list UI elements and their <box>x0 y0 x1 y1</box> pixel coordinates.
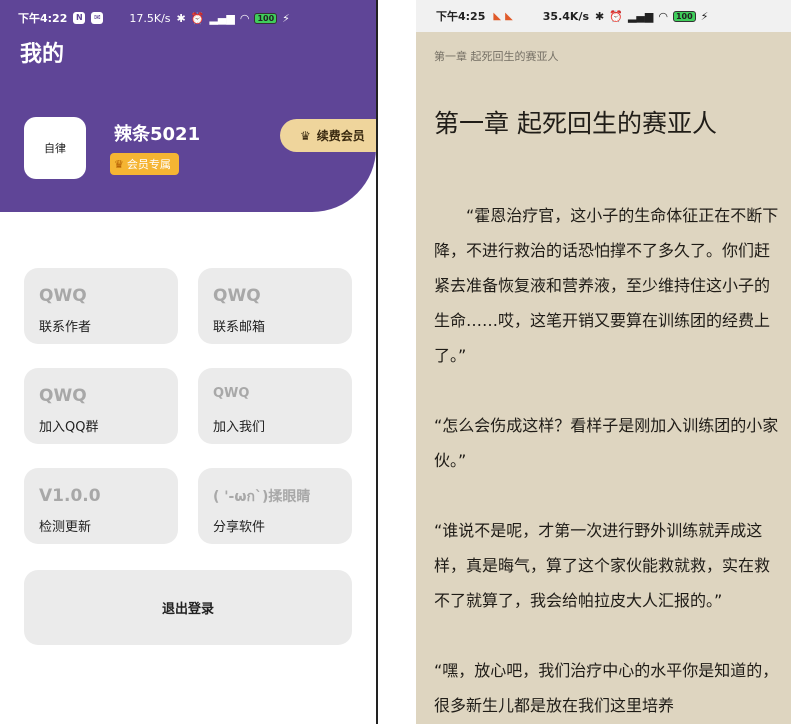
crown-icon: ♛ <box>300 128 311 143</box>
network-speed: 35.4K/s <box>542 9 590 23</box>
card-value: QWQ <box>213 286 261 306</box>
running-header: 第一章 起死回生的赛亚人 <box>434 50 559 63</box>
contact-author-card[interactable]: QWQ 联系作者 <box>24 268 178 344</box>
screen-gap <box>378 0 416 724</box>
wifi-icon: ◠ <box>239 11 250 25</box>
avatar-text: 自律 <box>44 142 66 155</box>
renew-membership-button[interactable]: ♛ 续费会员 <box>280 119 376 152</box>
alarm-icon: ⏰ <box>609 9 623 23</box>
status-bar: 下午4:22 N ✉ 17.5K/s ✱ ⏰ ▂▄▆ ◠ 100 ⚡ <box>0 0 376 36</box>
wifi-icon: ◠ <box>658 9 668 23</box>
status-bar: 下午4:25 ◣ ◣ 35.4K/s ✱ ⏰ ▂▄▆ ◠ 100 ⚡ <box>416 0 791 32</box>
card-label: 加入QQ群 <box>39 420 99 435</box>
battery-icon: 100 <box>672 10 696 22</box>
check-update-card[interactable]: V1.0.0 检测更新 <box>24 468 178 544</box>
logout-button[interactable]: 退出登录 <box>24 570 352 645</box>
page-title: 我的 <box>20 42 65 67</box>
card-label: 联系作者 <box>39 320 92 335</box>
card-label: 分享软件 <box>213 520 266 535</box>
vip-label: 会员专属 <box>126 158 171 171</box>
share-app-card[interactable]: ( '-ωก`)揉眼睛 分享软件 <box>198 468 352 544</box>
reader-screen[interactable]: 下午4:25 ◣ ◣ 35.4K/s ✱ ⏰ ▂▄▆ ◠ 100 ⚡ 第一章 起… <box>416 0 791 724</box>
card-label: 联系邮箱 <box>213 320 266 335</box>
battery-icon: 100 <box>254 12 278 24</box>
notification-icon: ◣ <box>493 10 502 22</box>
card-value: ( '-ωก`)揉眼睛 <box>213 489 311 505</box>
signal-icon: ▂▄▆ <box>209 11 235 25</box>
signal-icon: ▂▄▆ <box>627 9 654 23</box>
charging-icon: ⚡ <box>700 9 709 23</box>
charging-icon: ⚡ <box>282 11 290 25</box>
username: 辣条5021 <box>114 124 201 145</box>
notification-icon: N <box>73 12 86 24</box>
paragraph: “霍恩治疗官，这小子的生命体征正在不断下降，不进行救治的话恐怕撑不了多久了。你们… <box>434 206 779 365</box>
notification-icon: ✉ <box>91 12 104 24</box>
reader-text: “霍恩治疗官，这小子的生命体征正在不断下降，不进行救治的话恐怕撑不了多久了。你们… <box>434 198 779 724</box>
logout-label: 退出登录 <box>161 602 214 617</box>
card-value: QWQ <box>213 386 250 401</box>
bluetooth-icon: ✱ <box>176 11 186 25</box>
join-qq-group-card[interactable]: QWQ 加入QQ群 <box>24 368 178 444</box>
status-time: 下午4:22 <box>18 12 68 25</box>
paragraph: “嘿，放心吧，我们治疗中心的水平你是知道的，很多新生儿都是放在我们这里培养 <box>434 661 779 715</box>
card-value: QWQ <box>39 286 87 306</box>
join-us-card[interactable]: QWQ 加入我们 <box>198 368 352 444</box>
card-label: 加入我们 <box>213 420 266 435</box>
card-value: QWQ <box>39 386 87 406</box>
paragraph: “怎么会伤成这样？看样子是刚加入训练团的小家伙。” <box>434 416 779 470</box>
network-speed: 17.5K/s <box>129 11 171 25</box>
card-value: V1.0.0 <box>39 486 101 506</box>
contact-email-card[interactable]: QWQ 联系邮箱 <box>198 268 352 344</box>
renew-label: 续费会员 <box>316 129 365 143</box>
profile-screen: 下午4:22 N ✉ 17.5K/s ✱ ⏰ ▂▄▆ ◠ 100 ⚡ 我的 自律… <box>0 0 376 724</box>
status-time: 下午4:25 <box>436 10 486 23</box>
chapter-title: 第一章 起死回生的赛亚人 <box>434 109 717 138</box>
avatar[interactable]: 自律 <box>24 117 86 179</box>
bluetooth-icon: ✱ <box>595 9 605 23</box>
card-label: 检测更新 <box>39 520 92 535</box>
crown-icon: ♛ <box>114 157 124 171</box>
paragraph: “谁说不是呢，才第一次进行野外训练就弄成这样，真是晦气，算了这个家伙能救就救，实… <box>434 521 771 610</box>
alarm-icon: ⏰ <box>190 11 205 25</box>
notification-icon: ◣ <box>505 10 513 22</box>
vip-badge: ♛ 会员专属 <box>110 153 179 175</box>
